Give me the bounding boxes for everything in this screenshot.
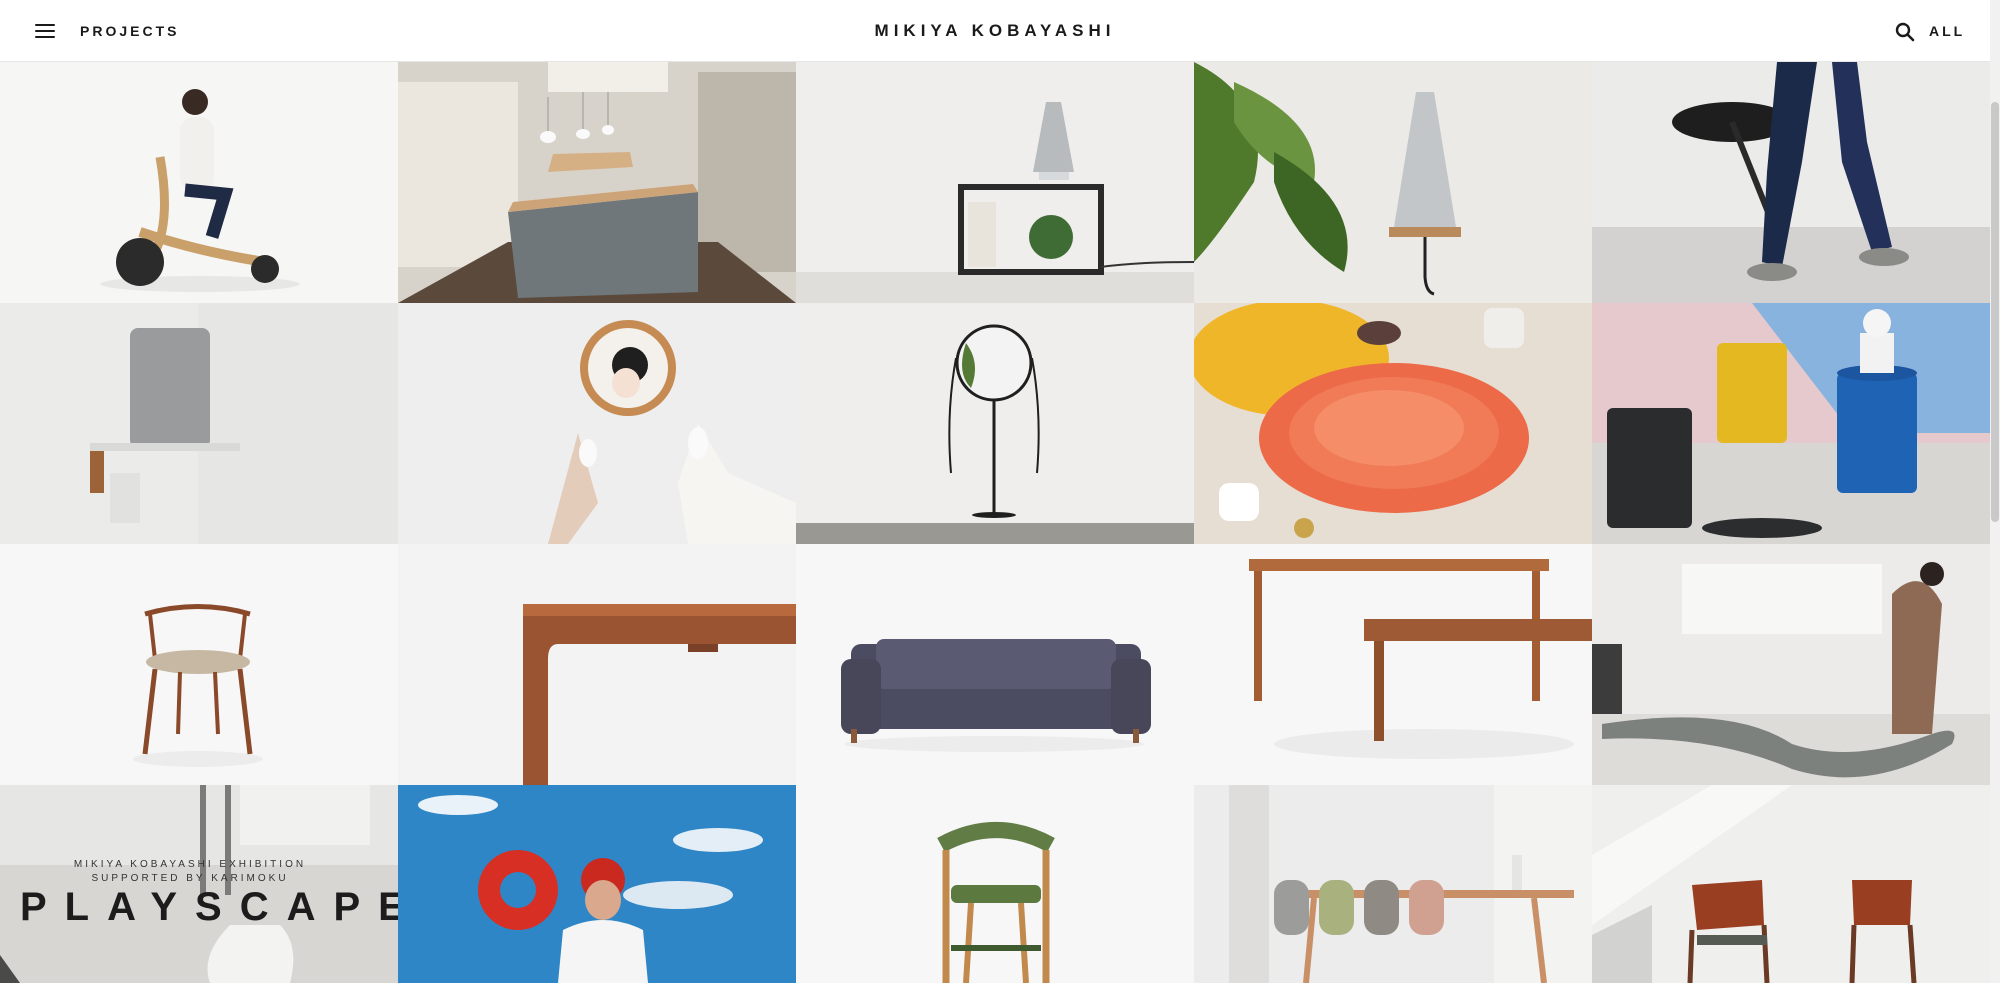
- project-tile-rattan-chair[interactable]: [796, 785, 1194, 983]
- page-scrollbar[interactable]: [1990, 0, 2000, 983]
- project-tile-wall-speaker[interactable]: [0, 303, 398, 544]
- project-tile-dining-chair[interactable]: [0, 544, 398, 785]
- site-header: PROJECTS MIKIYA KOBAYASHI ALL: [0, 0, 1990, 62]
- project-tile-table-detail[interactable]: [398, 544, 796, 785]
- project-tile-restaurant[interactable]: [398, 62, 796, 303]
- scrollbar-thumb[interactable]: [1991, 102, 1999, 522]
- project-tile-mesh-stools[interactable]: [1592, 303, 1990, 544]
- poster-title: PLAYSCAPE: [20, 885, 398, 929]
- search-icon[interactable]: [1895, 22, 1915, 42]
- project-tile-playscape-poster[interactable]: MIKIYA KOBAYASHI EXHIBITION SUPPORTED BY…: [0, 785, 398, 983]
- poster-subtitle-line1: MIKIYA KOBAYASHI EXHIBITION: [73, 859, 307, 870]
- project-tile-scooter[interactable]: [0, 62, 398, 303]
- project-tile-walking-stool[interactable]: [1592, 62, 1990, 303]
- project-tile-hand-mirror[interactable]: [398, 303, 796, 544]
- project-tile-curved-bench[interactable]: [1592, 544, 1990, 785]
- project-tile-swimmer[interactable]: [398, 785, 796, 983]
- project-tile-table-bench[interactable]: [1194, 544, 1592, 785]
- project-tile-speaker-shelf[interactable]: [796, 62, 1194, 303]
- poster-subtitle-line2: SUPPORTED BY KARIMOKU: [91, 873, 289, 884]
- project-grid: MIKIYA KOBAYASHI EXHIBITION SUPPORTED BY…: [0, 62, 1990, 983]
- project-tile-standing-mirror[interactable]: [796, 303, 1194, 544]
- project-tile-sofa[interactable]: [796, 544, 1194, 785]
- brand-logo[interactable]: MIKIYA KOBAYASHI: [0, 21, 1990, 41]
- project-tile-colored-trays[interactable]: [1194, 303, 1592, 544]
- project-tile-armchairs[interactable]: [1592, 785, 1990, 983]
- project-tile-pendant-speaker[interactable]: [1194, 62, 1592, 303]
- category-filter-all[interactable]: ALL: [1929, 23, 1965, 39]
- project-tile-dining-chairs-row[interactable]: [1194, 785, 1592, 983]
